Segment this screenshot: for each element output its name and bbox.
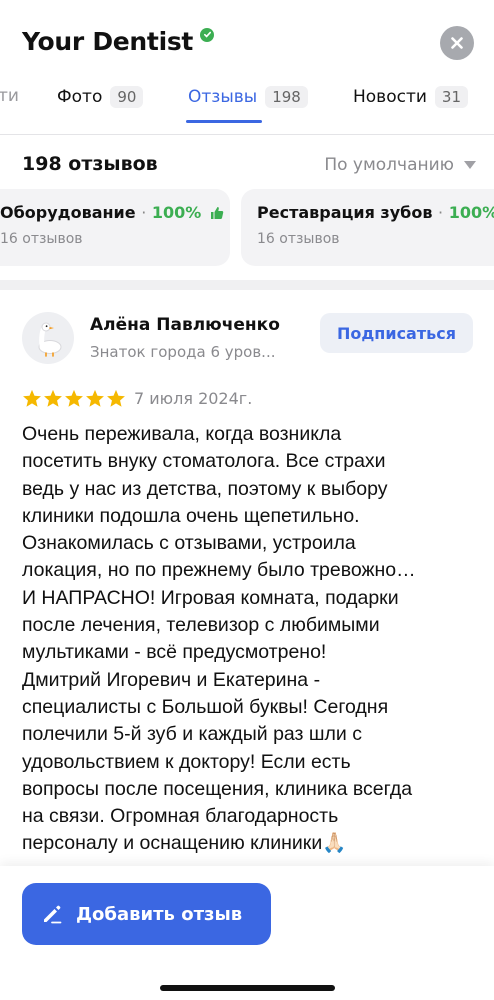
review-date: 7 июля 2024г.	[134, 389, 253, 408]
home-indicator	[160, 985, 335, 991]
aspect-review-count: 16 отзывов	[0, 231, 83, 247]
reviews-count: 198 отзывов	[22, 153, 158, 175]
tab-count-badge: 31	[434, 86, 468, 108]
subscribe-button[interactable]: Подписаться	[320, 313, 473, 353]
verified-badge-icon	[200, 27, 215, 42]
star-icon	[86, 389, 104, 407]
aspect-name: Реставрация зубов · 100%	[257, 203, 494, 222]
aspect-card-equipment[interactable]: Оборудование · 100% 16 отзывов	[0, 189, 230, 266]
tab-count-badge: 90	[110, 86, 144, 108]
aspect-review-count: 16 отзывов	[257, 231, 340, 247]
pencil-icon	[40, 902, 64, 926]
tab-info[interactable]: ти	[0, 86, 19, 106]
caret-down-icon	[464, 161, 476, 169]
org-name: Your Dentist	[22, 27, 194, 56]
thumbs-up-icon	[210, 207, 224, 219]
tab-count-badge: 198	[265, 86, 308, 108]
page-title: Your Dentist	[22, 27, 215, 56]
add-review-label: Добавить отзыв	[76, 903, 243, 925]
active-tab-indicator	[186, 120, 262, 123]
rating-stars	[22, 389, 126, 408]
review-author[interactable]: Алёна Павлюченко	[90, 315, 280, 335]
aspect-name: Оборудование · 100%	[0, 203, 224, 222]
tab-bar: ти Фото 90 Отзывы 198 Новости 31	[0, 80, 494, 126]
section-separator	[0, 280, 494, 290]
sort-dropdown[interactable]: По умолчанию	[324, 155, 476, 175]
star-icon	[65, 389, 83, 407]
close-icon	[451, 37, 463, 49]
star-icon	[44, 389, 62, 407]
sort-label: По умолчанию	[324, 155, 454, 175]
goose-avatar-icon	[38, 322, 62, 357]
tab-news[interactable]: Новости 31	[353, 86, 468, 108]
star-icon	[107, 389, 125, 407]
tab-photo[interactable]: Фото 90	[57, 86, 144, 108]
aspect-card-restoration[interactable]: Реставрация зубов · 100% 16 отзывов	[241, 189, 494, 266]
add-review-button[interactable]: Добавить отзыв	[22, 883, 271, 945]
divider	[0, 134, 494, 135]
avatar[interactable]	[22, 312, 74, 364]
close-button[interactable]	[440, 26, 474, 60]
review-text: Очень переживала, когда возникла посетит…	[22, 423, 416, 855]
author-level: Знаток города 6 уров...	[90, 343, 276, 361]
header: Your Dentist	[0, 0, 494, 75]
star-icon	[23, 389, 41, 407]
tab-reviews[interactable]: Отзывы 198	[188, 86, 308, 108]
